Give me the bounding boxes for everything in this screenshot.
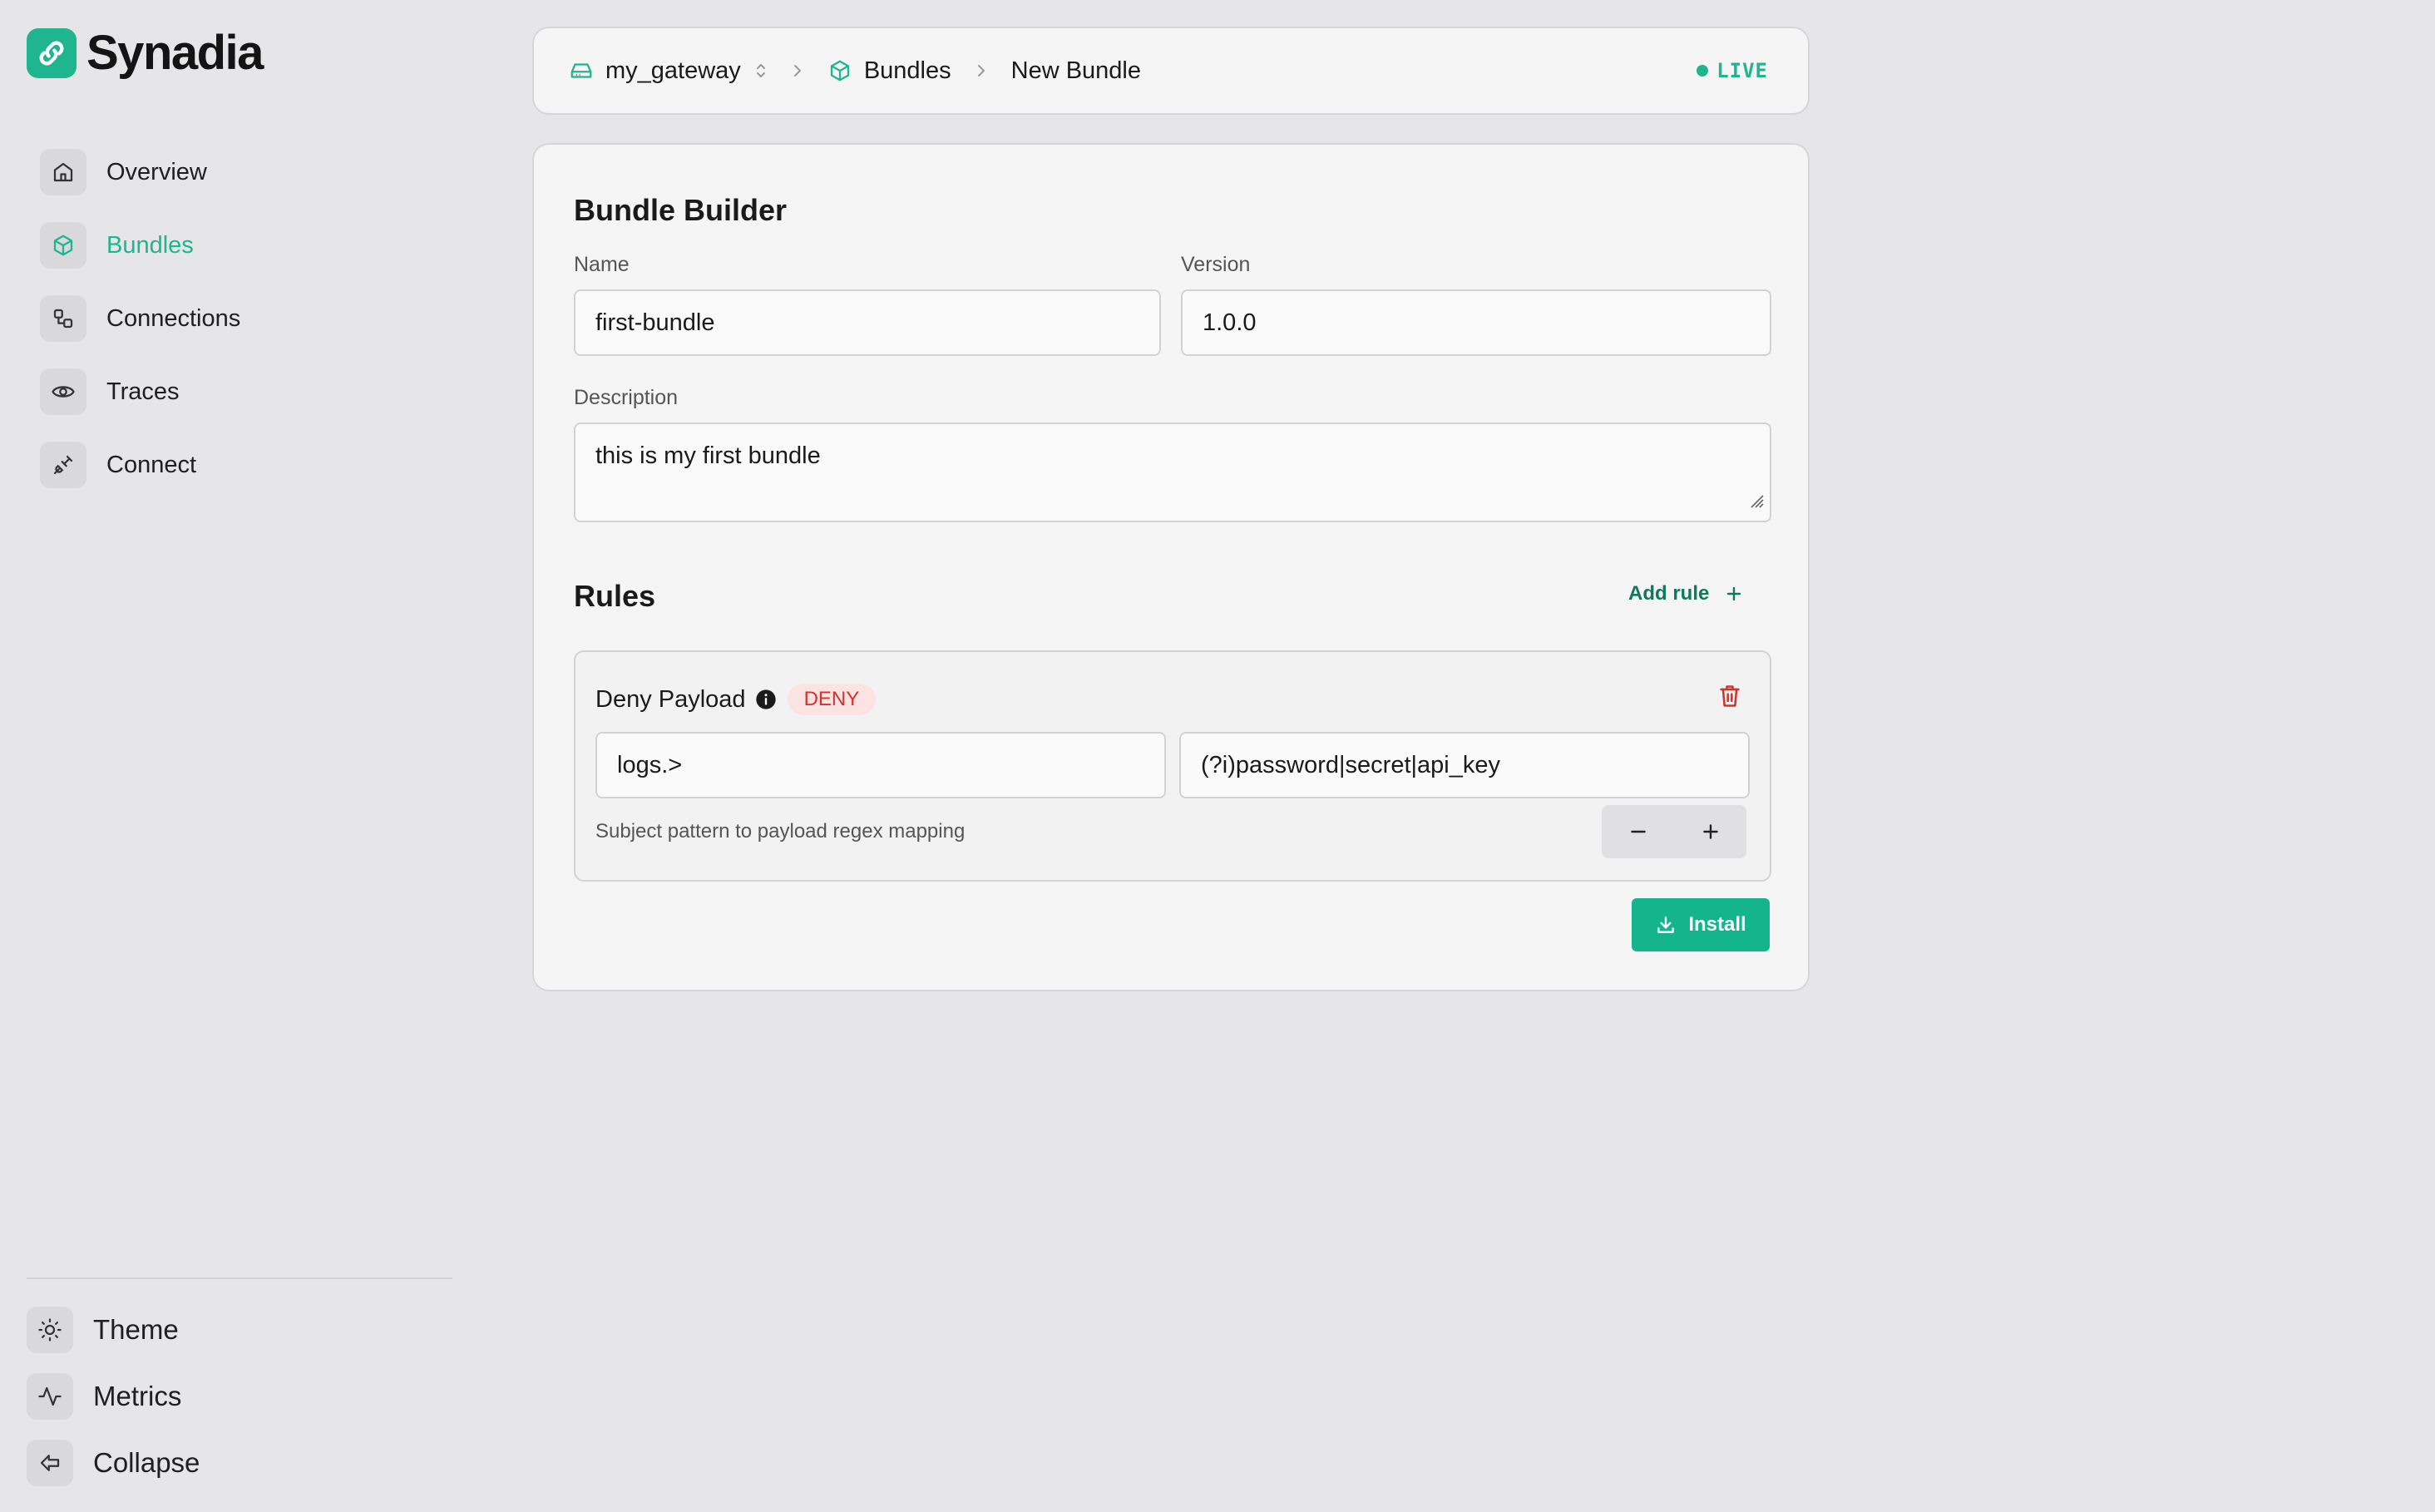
collapse-icon (27, 1440, 73, 1486)
chevron-right-icon (973, 61, 990, 81)
status-text: LIVE (1716, 59, 1768, 82)
rule-header: Deny Payload DENY (595, 684, 877, 715)
theme-label: Theme (93, 1314, 179, 1345)
description-label: Description (574, 386, 679, 409)
bundle-builder-card: Bundle Builder Name first-bundle Version… (532, 143, 1810, 991)
rule-hint: Subject pattern to payload regex mapping (595, 820, 966, 842)
server-icon (569, 58, 594, 83)
install-button[interactable]: Install (1632, 898, 1770, 951)
logo[interactable]: Synadia (27, 25, 264, 81)
name-field[interactable]: first-bundle (574, 289, 1161, 356)
breadcrumb: my_gateway Bundles New Bundle LIVE (532, 27, 1810, 115)
description-field[interactable]: this is my first bundle (574, 422, 1771, 522)
activity-icon (27, 1373, 73, 1420)
gateway-name: my_gateway (605, 57, 741, 84)
metrics-label: Metrics (93, 1381, 182, 1411)
add-rule-label: Add rule (1628, 582, 1710, 605)
trash-icon[interactable] (1718, 684, 1741, 709)
home-icon (40, 149, 86, 195)
sidebar-item-label: Overview (106, 158, 207, 185)
page-title: Bundle Builder (574, 193, 788, 227)
sidebar-item-traces[interactable]: Traces (40, 368, 240, 416)
chevron-up-down-icon (754, 61, 768, 81)
sidebar-item-bundles[interactable]: Bundles (40, 221, 240, 269)
remove-mapping-button[interactable] (1602, 805, 1674, 858)
sidebar-item-connections[interactable]: Connections (40, 294, 240, 343)
rule-name: Deny Payload (595, 685, 746, 713)
plus-icon (1702, 824, 1718, 839)
download-icon (1655, 914, 1677, 936)
status-badge: LIVE (1697, 59, 1768, 82)
cube-icon (40, 222, 86, 269)
version-field[interactable]: 1.0.0 (1181, 289, 1771, 356)
version-label: Version (1181, 253, 1251, 276)
install-label: Install (1688, 913, 1746, 936)
sidebar: Synadia Overview Bundles Connections Tra… (0, 0, 466, 1512)
main-nav: Overview Bundles Connections Traces Conn… (40, 148, 240, 514)
info-icon[interactable] (754, 688, 778, 711)
collapse-button[interactable]: Collapse (27, 1439, 200, 1487)
theme-button[interactable]: Theme (27, 1306, 200, 1354)
bottom-nav: Theme Metrics Collapse (27, 1306, 200, 1505)
app-name: Synadia (86, 26, 264, 80)
add-mapping-button[interactable] (1674, 805, 1746, 858)
subject-pattern-field[interactable]: logs.> (595, 732, 1166, 798)
sidebar-item-label: Traces (106, 378, 180, 405)
eye-icon (40, 368, 86, 415)
chevron-right-icon (789, 61, 806, 81)
sidebar-item-label: Connections (106, 304, 241, 332)
connections-icon (40, 295, 86, 342)
breadcrumb-bundles[interactable]: Bundles (827, 57, 951, 85)
add-rule-button[interactable]: Add rule (1628, 582, 1744, 605)
description-text: this is my first bundle (595, 442, 821, 469)
deny-badge: DENY (787, 684, 877, 715)
cube-icon (827, 58, 852, 83)
plus-icon (1724, 584, 1744, 604)
rules-heading: Rules (574, 579, 656, 613)
breadcrumb-bundles-label: Bundles (863, 57, 951, 84)
gateway-selector[interactable]: my_gateway (569, 57, 768, 85)
breadcrumb-current-label: New Bundle (1010, 57, 1141, 84)
sidebar-item-overview[interactable]: Overview (40, 148, 240, 196)
plug-icon (40, 442, 86, 488)
payload-regex-field[interactable]: (?i)password|secret|api_key (1179, 732, 1750, 798)
status-dot-icon (1697, 65, 1709, 77)
resize-handle-icon[interactable] (1746, 488, 1765, 516)
collapse-label: Collapse (93, 1447, 200, 1478)
synadia-logo-icon (27, 27, 77, 78)
breadcrumb-current: New Bundle (1011, 57, 1141, 85)
sidebar-item-connect[interactable]: Connect (40, 441, 240, 489)
name-label: Name (574, 253, 630, 276)
rule-card: Deny Payload DENY logs.> (?i)password|se… (574, 650, 1771, 882)
mapping-stepper (1602, 805, 1746, 858)
sun-icon (27, 1307, 73, 1353)
sidebar-divider (27, 1277, 452, 1279)
sidebar-item-label: Bundles (106, 231, 194, 259)
sidebar-item-label: Connect (106, 451, 197, 478)
minus-icon (1630, 830, 1646, 833)
metrics-button[interactable]: Metrics (27, 1372, 200, 1421)
